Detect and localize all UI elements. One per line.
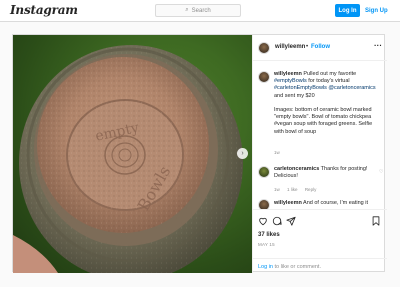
- comment: willyleemn And of course, I'm eating it: [253, 199, 387, 209]
- comment-like-heart-icon[interactable]: ♡: [379, 169, 383, 175]
- post-photo[interactable]: empty Bowls ›: [13, 35, 252, 273]
- comment-meta: 1w 1 like Reply: [274, 187, 322, 192]
- login-prompt-text: to like or comment.: [273, 264, 321, 270]
- mention-carletonceramics[interactable]: @carletonceramics: [328, 85, 375, 91]
- comment-bubble-icon[interactable]: [272, 216, 282, 226]
- separator-dot: •: [306, 44, 309, 50]
- login-prompt: Log in to like or comment.: [253, 258, 387, 274]
- search-input[interactable]: ⌕ Search: [155, 4, 241, 17]
- caption-time: 1w: [274, 150, 280, 155]
- post-date: MAY 15: [258, 242, 275, 247]
- post-actions: 37 likes MAY 15 Log in to like or commen…: [253, 209, 387, 273]
- post-username[interactable]: willyleemn: [275, 44, 305, 50]
- avatar[interactable]: [258, 71, 270, 83]
- comment-text: willyleemn And of course, I'm eating it: [274, 200, 368, 206]
- post-card: empty Bowls › willyleemn • Follow ··· wi…: [12, 34, 387, 273]
- login-button[interactable]: Log In: [335, 4, 360, 17]
- caption-text: willyleemn Pulled out my favorite #empty…: [274, 71, 376, 135]
- search-icon: ⌕: [185, 7, 189, 13]
- post-sidebar: willyleemn • Follow ··· willyleemn Pulle…: [252, 35, 387, 273]
- post-header: willyleemn • Follow ···: [253, 35, 387, 61]
- comment-likes[interactable]: 1 like: [287, 187, 298, 192]
- instagram-logo[interactable]: Instagram: [10, 3, 78, 17]
- share-paper-plane-icon[interactable]: [286, 216, 296, 226]
- signup-link[interactable]: Sign Up: [365, 4, 388, 17]
- caption-username[interactable]: willyleemn: [274, 71, 302, 77]
- save-bookmark-icon[interactable]: [371, 216, 381, 226]
- like-heart-icon[interactable]: [258, 216, 268, 226]
- likes-count[interactable]: 37 likes: [258, 232, 280, 238]
- ceramic-bowl-photo: empty Bowls: [13, 45, 243, 273]
- follow-button[interactable]: Follow: [311, 44, 330, 50]
- comment-time: 1w: [274, 187, 280, 192]
- next-image-chevron-icon[interactable]: ›: [237, 148, 248, 159]
- avatar[interactable]: [258, 166, 270, 178]
- top-nav: Instagram ⌕ Search Log In Sign Up: [0, 0, 400, 22]
- hashtag-carletonemptybowls[interactable]: #carletonEmptyBowls: [274, 85, 327, 91]
- reply-button[interactable]: Reply: [305, 187, 317, 192]
- avatar[interactable]: [258, 199, 270, 209]
- comment-username[interactable]: willyleemn: [274, 200, 302, 206]
- search-placeholder: Search: [191, 7, 211, 14]
- login-link[interactable]: Log in: [258, 264, 273, 270]
- caption-body: Images: bottom of ceramic bowl marked "e…: [274, 107, 373, 135]
- comment-username[interactable]: carletonceramics: [274, 166, 319, 172]
- comment-text: carletonceramics Thanks for posting! Del…: [274, 166, 368, 180]
- avatar[interactable]: [258, 42, 270, 54]
- more-options-icon[interactable]: ···: [374, 41, 382, 50]
- hashtag-emptybowls[interactable]: #emptyBowls: [274, 78, 307, 84]
